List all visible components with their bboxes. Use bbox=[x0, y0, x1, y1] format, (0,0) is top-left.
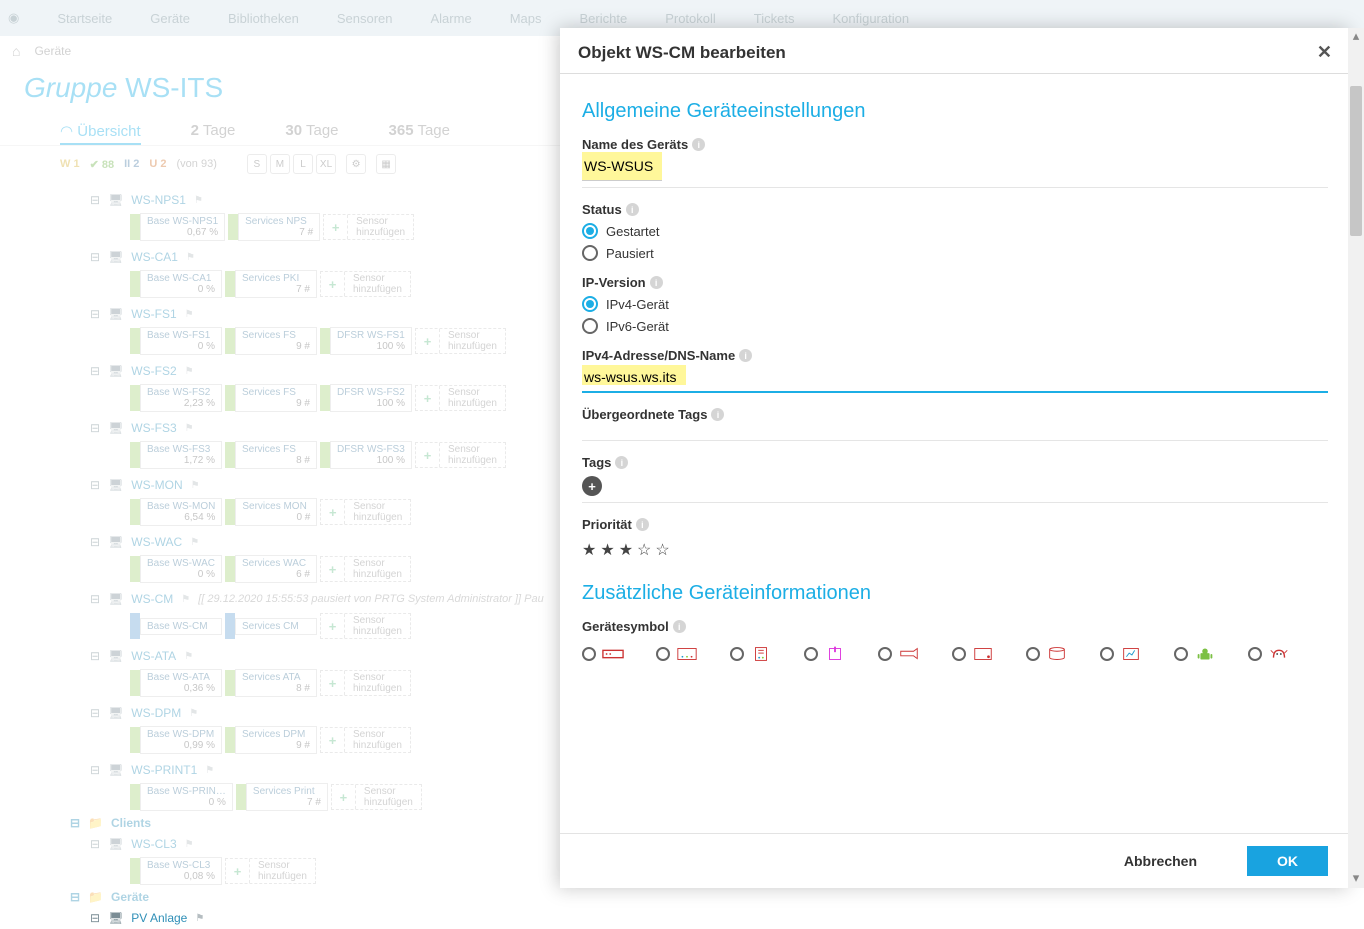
label-tags: Tags bbox=[582, 455, 611, 470]
device-icon-option[interactable] bbox=[878, 646, 920, 662]
label-status: Status bbox=[582, 202, 622, 217]
device-row[interactable]: ⊟🖥PV Anlage⚑ bbox=[90, 907, 1340, 929]
info-icon[interactable]: i bbox=[615, 456, 628, 469]
label-ip-version: IP-Version bbox=[582, 275, 646, 290]
device-icon-option[interactable] bbox=[730, 646, 772, 662]
info-icon[interactable]: i bbox=[739, 349, 752, 362]
device-icon-option[interactable] bbox=[952, 646, 994, 662]
device-icon-options bbox=[582, 646, 1328, 662]
device-icon-option[interactable] bbox=[804, 646, 846, 662]
info-icon[interactable]: i bbox=[711, 408, 724, 421]
close-icon[interactable]: ✕ bbox=[1317, 42, 1332, 63]
info-icon[interactable]: i bbox=[636, 518, 649, 531]
info-icon[interactable]: i bbox=[650, 276, 663, 289]
label-device-icon: Gerätesymbol bbox=[582, 619, 669, 634]
radio-status-started[interactable]: Gestartet bbox=[582, 223, 1328, 239]
info-icon[interactable]: i bbox=[626, 203, 639, 216]
device-name-input[interactable] bbox=[582, 152, 662, 181]
info-icon[interactable]: i bbox=[692, 138, 705, 151]
section-general: Allgemeine Geräteeinstellungen bbox=[582, 100, 1328, 123]
cancel-button[interactable]: Abbrechen bbox=[1094, 846, 1227, 876]
device-icon-option[interactable] bbox=[656, 646, 698, 662]
modal-scrollbar[interactable]: ▴ ▾ bbox=[1348, 28, 1364, 888]
device-icon-option[interactable] bbox=[1100, 646, 1142, 662]
add-tag-button[interactable]: + bbox=[582, 476, 602, 496]
modal-title: Objekt WS-CM bearbeiten bbox=[578, 43, 786, 63]
radio-status-paused[interactable]: Pausiert bbox=[582, 245, 1328, 261]
label-priority: Priorität bbox=[582, 517, 632, 532]
info-icon[interactable]: i bbox=[673, 620, 686, 633]
device-icon-option[interactable] bbox=[1248, 646, 1290, 662]
label-ipv4-address: IPv4-Adresse/DNS-Name bbox=[582, 348, 735, 363]
label-device-name: Name des Geräts bbox=[582, 137, 688, 152]
radio-ipv6[interactable]: IPv6-Gerät bbox=[582, 318, 1328, 334]
section-additional: Zusätzliche Geräteinformationen bbox=[582, 582, 1328, 605]
edit-device-modal: Objekt WS-CM bearbeiten ✕ Allgemeine Ger… bbox=[560, 28, 1350, 888]
radio-ipv4[interactable]: IPv4-Gerät bbox=[582, 296, 1328, 312]
device-icon-option[interactable] bbox=[1026, 646, 1068, 662]
priority-stars[interactable]: ★★★☆☆ bbox=[582, 540, 1328, 560]
ipv4-address-input[interactable] bbox=[582, 363, 1328, 393]
device-icon-option[interactable] bbox=[1174, 646, 1216, 662]
label-parent-tags: Übergeordnete Tags bbox=[582, 407, 707, 422]
device-icon-option[interactable] bbox=[582, 646, 624, 662]
ok-button[interactable]: OK bbox=[1247, 846, 1328, 876]
